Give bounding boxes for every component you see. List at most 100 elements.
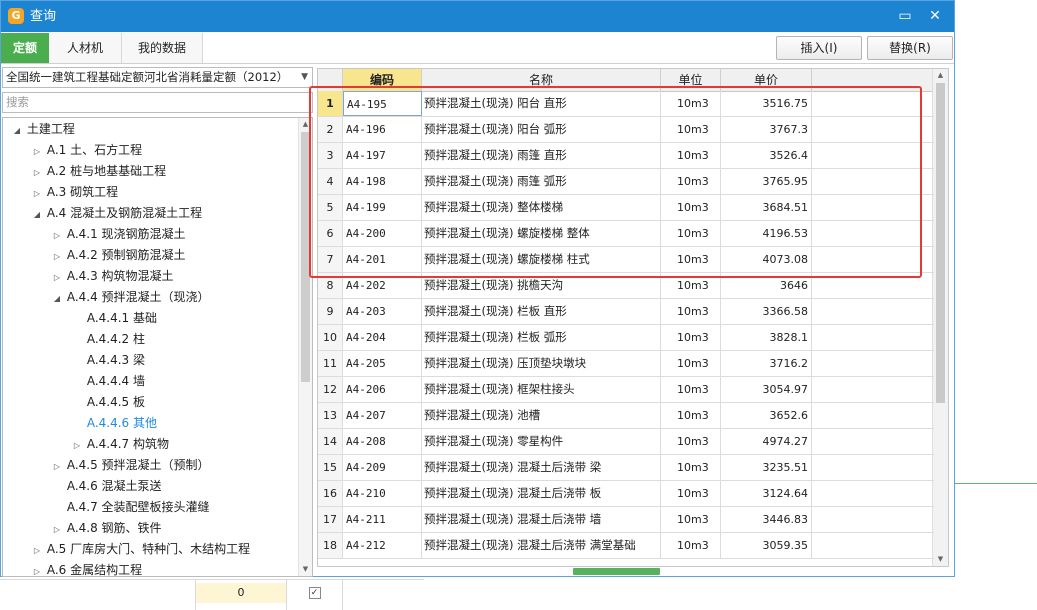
table-row[interactable]: 7 A4-201 预拌混凝土(现浇) 螺旋楼梯 柱式 10m3 4073.08	[318, 247, 934, 273]
row-code[interactable]: A4-199	[343, 195, 422, 220]
tree-item[interactable]: ▷ A.5 厂库房大门、特种门、木结构工程	[31, 539, 250, 560]
table-row[interactable]: 9 A4-203 预拌混凝土(现浇) 栏板 直形 10m3 3366.58	[318, 299, 934, 325]
row-index[interactable]: 3	[318, 143, 343, 168]
tree-item[interactable]: A.4.4.2 柱	[71, 329, 145, 350]
row-code[interactable]: A4-198	[343, 169, 422, 194]
row-price[interactable]: 3516.75	[721, 91, 812, 116]
row-index[interactable]: 6	[318, 221, 343, 246]
row-unit[interactable]: 10m3	[661, 117, 721, 142]
row-price[interactable]: 3366.58	[721, 299, 812, 324]
row-name[interactable]: 预拌混凝土(现浇) 螺旋楼梯 整体	[422, 221, 661, 246]
row-name[interactable]: 预拌混凝土(现浇) 混凝土后浇带 板	[422, 481, 661, 506]
underlying-checkbox[interactable]: ✓	[287, 583, 342, 603]
row-name[interactable]: 预拌混凝土(现浇) 阳台 弧形	[422, 117, 661, 142]
row-index[interactable]: 4	[318, 169, 343, 194]
row-index[interactable]: 15	[318, 455, 343, 480]
row-code[interactable]: A4-212	[343, 533, 422, 558]
header-price[interactable]: 单价	[721, 69, 812, 91]
table-row[interactable]: 4 A4-198 预拌混凝土(现浇) 雨篷 弧形 10m3 3765.95	[318, 169, 934, 195]
tree-item[interactable]: ◢ 土建工程	[11, 119, 75, 140]
scroll-thumb[interactable]	[301, 132, 310, 382]
row-index[interactable]: 7	[318, 247, 343, 272]
row-name[interactable]: 预拌混凝土(现浇) 混凝土后浇带 墙	[422, 507, 661, 532]
collapsed-arrow-icon[interactable]: ▷	[31, 141, 43, 162]
tree-item[interactable]: ▷ A.4.3 构筑物混凝土	[51, 266, 174, 287]
collapsed-arrow-icon[interactable]: ▷	[51, 246, 63, 267]
row-index[interactable]: 17	[318, 507, 343, 532]
close-button[interactable]: ✕	[924, 6, 946, 26]
row-price[interactable]: 3235.51	[721, 455, 812, 480]
header-name[interactable]: 名称	[422, 69, 661, 91]
row-code[interactable]: A4-201	[343, 247, 422, 272]
tree-item[interactable]: A.4.7 全装配壁板接头灌缝	[51, 497, 210, 518]
tree-item[interactable]: ◢ A.4.4 预拌混凝土（现浇）	[51, 287, 210, 308]
tree-item[interactable]: ▷ A.1 土、石方工程	[31, 140, 142, 161]
expanded-arrow-icon[interactable]: ◢	[31, 204, 43, 225]
row-price[interactable]: 3054.97	[721, 377, 812, 402]
row-unit[interactable]: 10m3	[661, 533, 721, 558]
table-row[interactable]: 13 A4-207 预拌混凝土(现浇) 池槽 10m3 3652.6	[318, 403, 934, 429]
expanded-arrow-icon[interactable]: ◢	[51, 288, 63, 309]
row-price[interactable]: 3446.83	[721, 507, 812, 532]
row-name[interactable]: 预拌混凝土(现浇) 栏板 直形	[422, 299, 661, 324]
row-price[interactable]: 3767.3	[721, 117, 812, 142]
row-index[interactable]: 1	[318, 91, 343, 116]
row-price[interactable]: 3526.4	[721, 143, 812, 168]
tree-item[interactable]: A.4.4.5 板	[71, 392, 145, 413]
table-row[interactable]: 11 A4-205 预拌混凝土(现浇) 压顶垫块墩块 10m3 3716.2	[318, 351, 934, 377]
insert-button[interactable]: 插入(I)	[776, 36, 862, 60]
table-row[interactable]: 6 A4-200 预拌混凝土(现浇) 螺旋楼梯 整体 10m3 4196.53	[318, 221, 934, 247]
header-unit[interactable]: 单位	[661, 69, 721, 91]
row-name[interactable]: 预拌混凝土(现浇) 雨篷 直形	[422, 143, 661, 168]
row-code[interactable]: A4-204	[343, 325, 422, 350]
tree-item[interactable]: A.4.4.6 其他	[71, 413, 157, 434]
table-row[interactable]: 5 A4-199 预拌混凝土(现浇) 整体楼梯 10m3 3684.51	[318, 195, 934, 221]
row-code[interactable]: A4-211	[343, 507, 422, 532]
row-code[interactable]: A4-195	[343, 91, 422, 116]
row-code[interactable]: A4-209	[343, 455, 422, 480]
row-price[interactable]: 3684.51	[721, 195, 812, 220]
collapsed-arrow-icon[interactable]: ▷	[31, 162, 43, 183]
table-row[interactable]: 15 A4-209 预拌混凝土(现浇) 混凝土后浇带 梁 10m3 3235.51	[318, 455, 934, 481]
expanded-arrow-icon[interactable]: ◢	[11, 120, 23, 141]
quota-library-select[interactable]: 全国统一建筑工程基础定额河北省消耗量定额（2012） ▼	[2, 67, 313, 88]
row-index[interactable]: 5	[318, 195, 343, 220]
collapsed-arrow-icon[interactable]: ▷	[31, 561, 43, 576]
row-price[interactable]: 3828.1	[721, 325, 812, 350]
collapsed-arrow-icon[interactable]: ▷	[51, 267, 63, 288]
row-unit[interactable]: 10m3	[661, 169, 721, 194]
row-code[interactable]: A4-200	[343, 221, 422, 246]
tree-item[interactable]: ◢ A.4 混凝土及钢筋混凝土工程	[31, 203, 202, 224]
replace-button[interactable]: 替换(R)	[867, 36, 953, 60]
scroll-thumb[interactable]	[936, 83, 945, 403]
row-price[interactable]: 3646	[721, 273, 812, 298]
tree-item[interactable]: ▷ A.4.8 钢筋、铁件	[51, 518, 162, 539]
row-unit[interactable]: 10m3	[661, 273, 721, 298]
row-code[interactable]: A4-202	[343, 273, 422, 298]
table-row[interactable]: 18 A4-212 预拌混凝土(现浇) 混凝土后浇带 满堂基础 10m3 3059.35	[318, 533, 934, 559]
row-name[interactable]: 预拌混凝土(现浇) 螺旋楼梯 柱式	[422, 247, 661, 272]
row-unit[interactable]: 10m3	[661, 221, 721, 246]
row-name[interactable]: 预拌混凝土(现浇) 挑檐天沟	[422, 273, 661, 298]
table-row[interactable]: 2 A4-196 预拌混凝土(现浇) 阳台 弧形 10m3 3767.3	[318, 117, 934, 143]
tree-item[interactable]: A.4.4.3 梁	[71, 350, 145, 371]
scroll-down-icon[interactable]: ▼	[299, 563, 312, 576]
collapsed-arrow-icon[interactable]: ▷	[31, 183, 43, 204]
table-row[interactable]: 10 A4-204 预拌混凝土(现浇) 栏板 弧形 10m3 3828.1	[318, 325, 934, 351]
tree-item[interactable]: A.4.4.1 基础	[71, 308, 157, 329]
row-name[interactable]: 预拌混凝土(现浇) 整体楼梯	[422, 195, 661, 220]
collapsed-arrow-icon[interactable]: ▷	[51, 519, 63, 540]
row-price[interactable]: 3652.6	[721, 403, 812, 428]
row-unit[interactable]: 10m3	[661, 91, 721, 116]
row-code[interactable]: A4-206	[343, 377, 422, 402]
row-code[interactable]: A4-196	[343, 117, 422, 142]
collapsed-arrow-icon[interactable]: ▷	[31, 540, 43, 561]
row-unit[interactable]: 10m3	[661, 507, 721, 532]
table-row[interactable]: 17 A4-211 预拌混凝土(现浇) 混凝土后浇带 墙 10m3 3446.83	[318, 507, 934, 533]
tab-labor-material-machine[interactable]: 人材机	[49, 33, 122, 63]
row-price[interactable]: 3059.35	[721, 533, 812, 558]
row-price[interactable]: 4196.53	[721, 221, 812, 246]
row-code[interactable]: A4-203	[343, 299, 422, 324]
grid-scrollbar[interactable]: ▲ ▼	[932, 69, 948, 566]
tree-item[interactable]: ▷ A.4.4.7 构筑物	[71, 434, 169, 455]
